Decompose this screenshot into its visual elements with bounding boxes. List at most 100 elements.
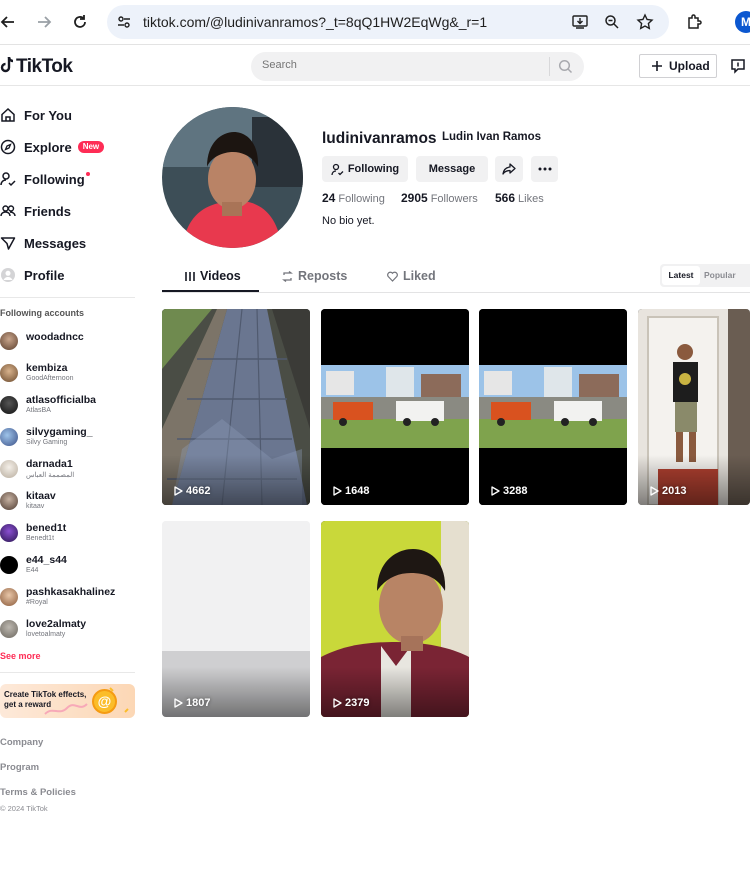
account-subtitle: kitaav	[26, 503, 45, 510]
following-account[interactable]: atlasofficialba AtlasBA	[0, 394, 140, 420]
account-subtitle: lovetoalmaty	[26, 631, 66, 638]
sidebar-item-messages[interactable]: Messages	[0, 233, 86, 253]
repost-icon	[282, 270, 293, 282]
video-thumbnail[interactable]: 4662	[162, 309, 310, 505]
zoom-icon[interactable]	[603, 13, 621, 31]
view-count: 1648	[332, 485, 369, 497]
view-count: 4662	[173, 485, 210, 497]
account-name: darnada1	[26, 458, 73, 470]
share-icon	[502, 162, 516, 176]
tiktok-logo-text[interactable]: TikTok	[16, 56, 73, 78]
create-effects-banner[interactable]: Create TikTok effects, get a reward @	[0, 684, 135, 718]
tab-liked[interactable]: Liked	[387, 269, 436, 283]
messages-icon	[0, 235, 16, 251]
thumbnail-gradient	[321, 667, 469, 717]
tab-label: Videos	[200, 269, 241, 283]
account-subtitle: AtlasBA	[26, 407, 51, 414]
profile-bio: No bio yet.	[322, 215, 375, 227]
video-thumbnail[interactable]: 1807	[162, 521, 310, 717]
tab-videos[interactable]: Videos	[185, 269, 241, 283]
sidebar-item-label: Following	[24, 171, 85, 187]
following-account[interactable]: love2almaty lovetoalmaty	[0, 618, 140, 644]
following-stat[interactable]: 24 Following	[322, 191, 385, 205]
footer-link-company[interactable]: Company	[0, 737, 43, 748]
following-account[interactable]: darnada1 المصممة العباس	[0, 458, 140, 484]
home-icon	[0, 107, 16, 123]
back-arrow-icon[interactable]	[0, 12, 18, 32]
sidebar-item-profile[interactable]: Profile	[0, 265, 64, 285]
browser-profile-avatar[interactable]: M	[735, 11, 750, 33]
sidebar-item-friends[interactable]: Friends	[0, 201, 71, 221]
account-name: kitaav	[26, 490, 56, 502]
account-subtitle: GoodAfternoon	[26, 375, 74, 382]
message-button-label: Message	[428, 163, 476, 175]
heart-lock-icon	[387, 271, 398, 282]
account-name: silvygaming_	[26, 426, 93, 438]
reload-icon[interactable]	[70, 12, 90, 32]
sort-latest-button[interactable]: Latest	[662, 266, 700, 285]
search-bar[interactable]	[251, 52, 584, 81]
following-account[interactable]: woodadncc	[0, 330, 140, 356]
inbox-icon[interactable]	[730, 58, 746, 74]
play-icon	[333, 698, 342, 708]
avatar	[0, 364, 18, 382]
thumbnail-gradient	[162, 667, 310, 717]
more-dots-icon	[538, 167, 552, 171]
sidebar-item-following[interactable]: Following	[0, 169, 90, 189]
search-input[interactable]	[262, 59, 532, 71]
footer-link-program[interactable]: Program	[0, 762, 39, 773]
copyright-text: © 2024 TikTok	[0, 804, 48, 813]
followers-stat[interactable]: 2905 Followers	[401, 191, 478, 205]
profile-photo-icon	[162, 107, 303, 248]
avatar	[0, 332, 18, 350]
sidebar-item-for-you[interactable]: For You	[0, 105, 72, 125]
share-button[interactable]	[495, 156, 523, 182]
following-accounts-heading: Following accounts	[0, 308, 85, 318]
sort-popular-button[interactable]: Popular	[704, 266, 736, 285]
avatar	[0, 428, 18, 446]
upload-button[interactable]: Upload	[639, 54, 717, 78]
following-account[interactable]: bened1t Benedt1t	[0, 522, 140, 548]
sidebar-item-label: Explore	[24, 139, 72, 155]
video-thumbnail[interactable]: 1648	[321, 309, 469, 505]
tiktok-logo-icon[interactable]	[0, 56, 14, 74]
notification-dot	[85, 172, 90, 176]
following-account[interactable]: pashkasakhalinez #Royal	[0, 586, 140, 612]
bookmark-star-icon[interactable]	[636, 13, 654, 31]
user-check-icon	[331, 163, 344, 176]
plus-icon	[651, 60, 663, 72]
followers-count: 2905	[401, 191, 428, 205]
following-account[interactable]: e44_s44 E44	[0, 554, 140, 580]
site-settings-icon[interactable]	[116, 14, 132, 30]
following-account[interactable]: kembiza GoodAfternoon	[0, 362, 140, 388]
profile-avatar[interactable]	[162, 107, 303, 248]
address-bar[interactable]: tiktok.com/@ludinivanramos?_t=8qQ1HW2EqW…	[107, 5, 669, 39]
sidebar-item-explore[interactable]: Explore New	[0, 137, 105, 157]
tabs-divider	[162, 292, 750, 293]
forward-arrow-icon[interactable]	[34, 12, 54, 32]
video-thumbnail[interactable]: 3288	[479, 309, 627, 505]
account-name: pashkasakhalinez	[26, 586, 116, 598]
tab-reposts[interactable]: Reposts	[282, 269, 347, 283]
video-thumbnail[interactable]: 2379	[321, 521, 469, 717]
avatar	[0, 396, 18, 414]
view-count-value: 2379	[345, 697, 370, 709]
account-subtitle: Silvy Gaming	[26, 439, 68, 446]
footer-link-terms[interactable]: Terms & Policies	[0, 787, 76, 798]
following-button-label: Following	[347, 163, 400, 175]
new-badge: New	[77, 141, 105, 153]
message-button[interactable]: Message	[416, 156, 488, 182]
sidebar-divider	[0, 672, 135, 673]
more-options-button[interactable]	[531, 156, 558, 182]
account-name: e44_s44	[26, 554, 67, 566]
following-account[interactable]: kitaav kitaav	[0, 490, 140, 516]
video-thumbnail[interactable]: 2013	[638, 309, 750, 505]
following-account[interactable]: silvygaming_ Silvy Gaming	[0, 426, 140, 452]
search-icon[interactable]	[558, 59, 573, 74]
view-count-value: 4662	[186, 485, 211, 497]
avatar	[0, 588, 18, 606]
install-app-icon[interactable]	[571, 13, 589, 31]
extensions-puzzle-icon[interactable]	[685, 12, 705, 32]
see-more-link[interactable]: See more	[0, 651, 41, 661]
following-button[interactable]: Following	[322, 156, 408, 182]
